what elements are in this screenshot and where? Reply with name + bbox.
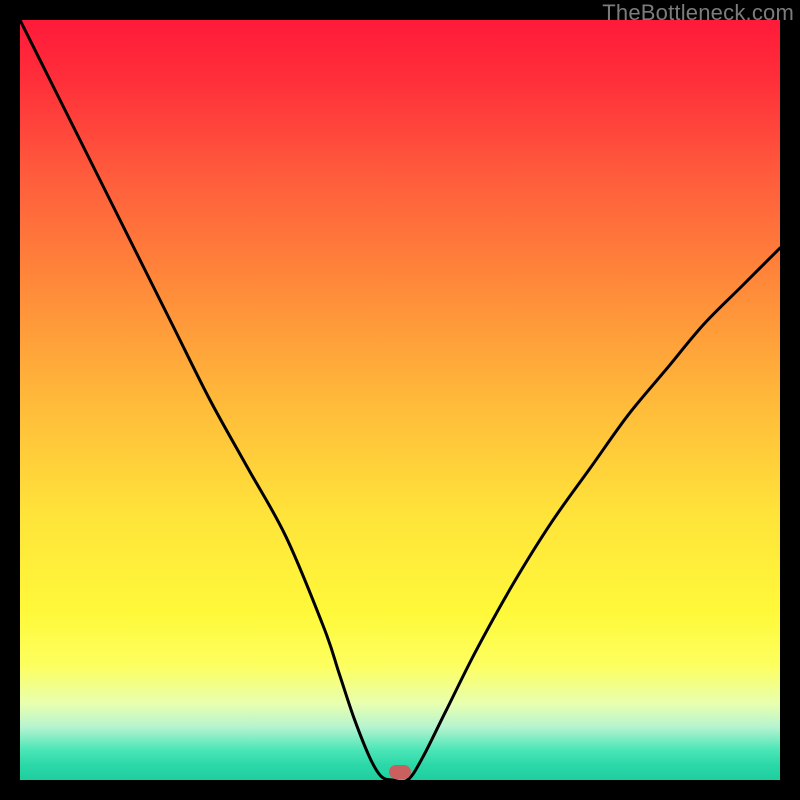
bottleneck-curve [20, 20, 780, 780]
chart-frame: TheBottleneck.com [0, 0, 800, 800]
curve-svg [20, 20, 780, 780]
bottleneck-marker [389, 765, 411, 779]
plot-area [20, 20, 780, 780]
